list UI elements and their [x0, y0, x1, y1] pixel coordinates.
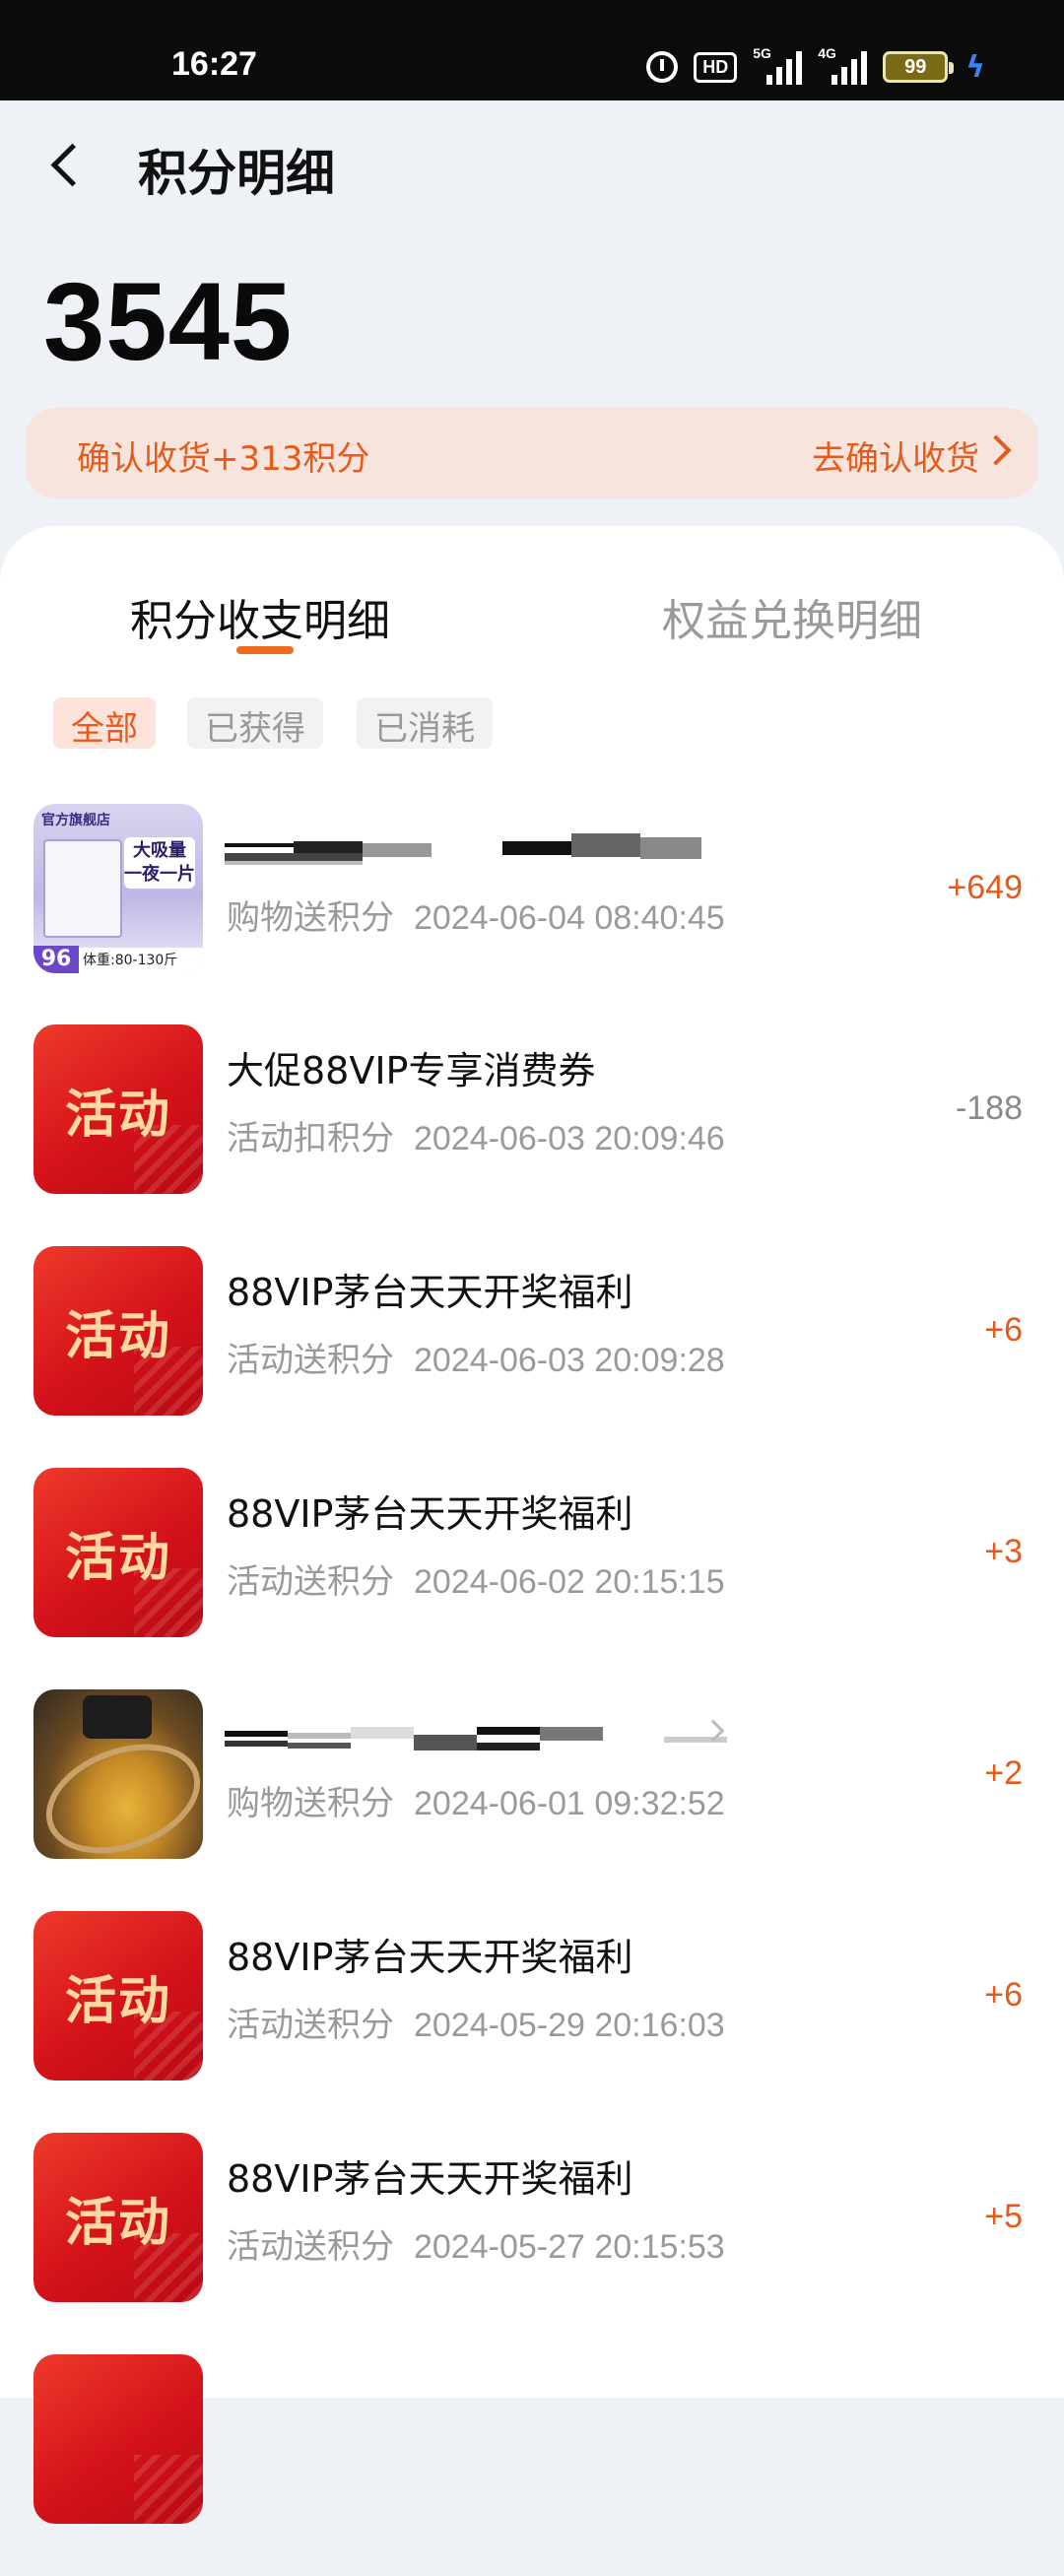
status-bar: 16:27 HD 5G 4G 99 ϟ — [0, 0, 1064, 100]
activity-thumbnail: 活动 — [33, 1468, 203, 1637]
chevron-right-icon — [980, 434, 1012, 466]
record-type: 活动送积分 — [227, 2227, 394, 2267]
record-type-time: 活动送积分 2024-06-03 20:09:28 — [227, 1333, 725, 1381]
redacted-title — [225, 833, 717, 867]
record-type-time: 活动送积分 2024-05-29 20:16:03 — [227, 1998, 725, 2046]
list-item[interactable]: 购物送积分 2024-06-01 09:32:52 +2 — [0, 1689, 1064, 1911]
record-title: 88VIP茅台天天开奖福利 — [227, 2157, 633, 2201]
points-detail-card: 积分收支明细 权益兑换明细 全部 已获得 已消耗 官方旗舰店 大吸量 一夜一片 … — [0, 526, 1064, 2524]
record-type-time: 购物送积分 2024-06-04 08:40:45 — [227, 891, 725, 939]
tab-benefit-exchange[interactable]: 权益兑换明细 — [662, 585, 922, 648]
filter-spent[interactable]: 已消耗 — [357, 697, 493, 749]
list-item[interactable]: 活动 88VIP茅台天天开奖福利 活动送积分 2024-05-29 20:16:0… — [0, 1911, 1064, 2133]
list-item[interactable]: 官方旗舰店 大吸量 一夜一片 96 体重:80-130斤 购物送积分 2024-0… — [0, 804, 1064, 1025]
record-amount: +2 — [984, 1754, 1023, 1792]
filter-earned[interactable]: 已获得 — [187, 697, 323, 749]
confirm-receipt-banner[interactable]: 确认收货+313积分 去确认收货 — [26, 408, 1038, 498]
record-title: 88VIP茅台天天开奖福利 — [227, 1936, 633, 1979]
status-icons: HD 5G 4G 99 ϟ — [646, 45, 985, 87]
record-time: 2024-06-01 09:32:52 — [414, 1785, 725, 1822]
store-label: 官方旗舰店 — [41, 813, 110, 828]
record-type: 活动送积分 — [227, 2006, 394, 2045]
product-weight: 体重:80-130斤 — [79, 948, 203, 973]
battery-icon: 99 — [883, 51, 955, 83]
record-amount: -188 — [955, 1090, 1023, 1127]
status-time: 16:27 — [171, 45, 257, 83]
record-type-time: 活动扣积分 2024-06-03 20:09:46 — [227, 1111, 725, 1159]
signal-4g-icon: 4G — [818, 45, 868, 85]
charging-icon: ϟ — [965, 49, 985, 85]
activity-thumbnail: 活动 — [33, 1246, 203, 1416]
page-title: 积分明细 — [138, 145, 335, 202]
points-total: 3545 — [43, 260, 294, 383]
list-item[interactable]: 活动 大促88VIP专享消费券 活动扣积分 2024-06-03 20:09:46… — [0, 1024, 1064, 1246]
alarm-icon — [646, 51, 679, 83]
tab-points-history[interactable]: 积分收支明细 — [130, 585, 390, 648]
record-title: 88VIP茅台天天开奖福利 — [227, 1271, 633, 1314]
confirm-receipt-action[interactable]: 去确认收货 — [812, 431, 979, 480]
active-tab-indicator — [236, 646, 294, 654]
product-headline: 大吸量 一夜一片 — [124, 837, 195, 889]
filter-all[interactable]: 全部 — [53, 697, 156, 749]
record-time: 2024-05-27 20:15:53 — [414, 2228, 725, 2266]
record-type: 购物送积分 — [227, 1784, 394, 1823]
record-time: 2024-06-04 08:40:45 — [414, 899, 725, 937]
record-time: 2024-06-02 20:15:15 — [414, 1563, 725, 1601]
record-amount: +5 — [984, 2198, 1023, 2235]
hd-icon: HD — [694, 51, 738, 83]
list-item[interactable]: 活动 88VIP茅台天天开奖福利 活动送积分 2024-06-02 20:15:1… — [0, 1468, 1064, 1689]
confirm-receipt-text: 确认收货+313积分 — [77, 439, 370, 479]
list-item[interactable] — [0, 2354, 1064, 2576]
activity-badge-text: 活动 — [64, 1528, 171, 1588]
chevron-left-icon[interactable] — [47, 140, 87, 193]
list-item[interactable]: 活动 88VIP茅台天天开奖福利 活动送积分 2024-05-27 20:15:5… — [0, 2133, 1064, 2354]
redacted-title — [225, 1719, 727, 1752]
signal-5g-icon: 5G — [753, 45, 803, 85]
signal-5g-label: 5G — [753, 45, 771, 61]
record-type: 活动送积分 — [227, 1341, 394, 1380]
record-amount: +6 — [984, 1311, 1023, 1349]
record-type: 活动扣积分 — [227, 1119, 394, 1158]
product-count: 96 — [33, 946, 79, 973]
list-item[interactable]: 活动 88VIP茅台天天开奖福利 活动送积分 2024-06-03 20:09:2… — [0, 1246, 1064, 1468]
record-type: 活动送积分 — [227, 1562, 394, 1602]
activity-badge-text: 活动 — [64, 1971, 171, 2031]
record-amount: +6 — [984, 1976, 1023, 2014]
record-title: 88VIP茅台天天开奖福利 — [227, 1492, 633, 1536]
record-type-time: 活动送积分 2024-06-02 20:15:15 — [227, 1554, 725, 1603]
activity-thumbnail: 活动 — [33, 1024, 203, 1194]
product-thumbnail — [33, 1689, 203, 1859]
record-time: 2024-06-03 20:09:46 — [414, 1120, 725, 1157]
product-pack-image — [43, 839, 122, 938]
record-type-time: 购物送积分 2024-06-01 09:32:52 — [227, 1776, 725, 1824]
record-time: 2024-05-29 20:16:03 — [414, 2007, 725, 2044]
record-title: 大促88VIP专享消费券 — [227, 1049, 596, 1092]
activity-badge-text: 活动 — [64, 1085, 171, 1145]
activity-badge-text: 活动 — [64, 2193, 171, 2253]
activity-badge-text: 活动 — [64, 1306, 171, 1366]
record-time: 2024-06-03 20:09:28 — [414, 1342, 725, 1379]
top-nav: 积分明细 — [0, 100, 1064, 229]
activity-thumbnail: 活动 — [33, 1911, 203, 2081]
record-amount: +649 — [947, 869, 1023, 906]
activity-thumbnail: 活动 — [33, 2133, 203, 2302]
signal-4g-label: 4G — [818, 45, 836, 61]
record-amount: +3 — [984, 1533, 1023, 1570]
record-type-time: 活动送积分 2024-05-27 20:15:53 — [227, 2219, 725, 2268]
activity-thumbnail — [33, 2354, 203, 2524]
record-type: 购物送积分 — [227, 898, 394, 938]
product-thumbnail: 官方旗舰店 大吸量 一夜一片 96 体重:80-130斤 — [33, 804, 203, 973]
